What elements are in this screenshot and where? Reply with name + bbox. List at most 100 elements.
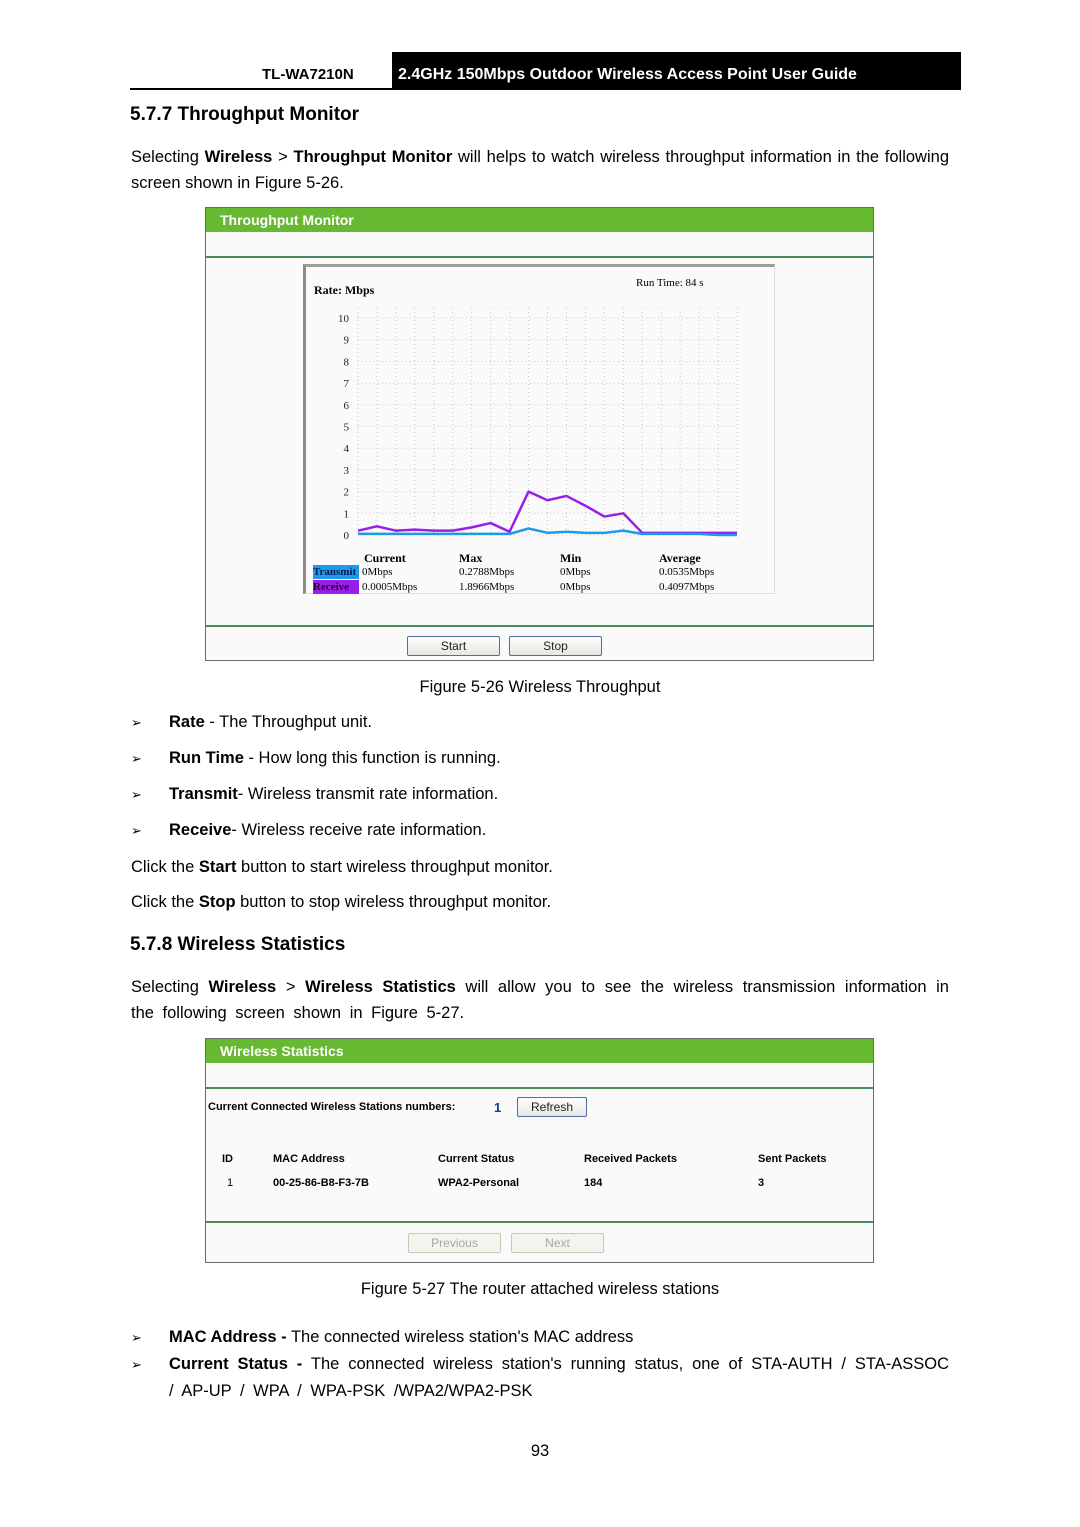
column-header-current-status: Current Status [438,1153,515,1165]
divider [206,625,873,627]
menu-wireless: Wireless [204,148,273,166]
transmit-min: 0Mbps [560,566,591,578]
column-header-received-packets: Received Packets [584,1153,677,1165]
note-text: Click the [131,858,199,876]
y-tick-label: 2 [344,487,350,499]
note-term: Start [198,858,237,876]
arrow-bullet-icon: ➢ [131,1330,142,1345]
stop-note: Click the Stop button to stop wireless t… [131,893,551,912]
divider [206,256,873,258]
bullet-term: Transmit [169,785,238,803]
cell-sent-packets: 3 [758,1177,765,1189]
menu-wireless-statistics: Wireless Statistics [305,978,456,996]
receive-max: 1.8966Mbps [459,581,515,593]
bullet-term: Current Status - [169,1355,303,1373]
refresh-button[interactable]: Refresh [517,1097,587,1117]
stats-header-max: Max [459,551,483,565]
column-header-id: ID [222,1153,233,1165]
product-model: TL-WA7210N [262,66,354,83]
start-note: Click the Start button to start wireless… [131,858,553,877]
guide-title-banner: 2.4GHz 150Mbps Outdoor Wireless Access P… [392,52,961,90]
note-text: Click the [131,893,199,911]
note-text: button to stop wireless throughput monit… [235,893,552,911]
bullet-transmit: ➢ Transmit- Wireless transmit rate inform… [131,785,498,804]
bullet-term: Rate [169,713,205,731]
y-tick-label: 7 [344,378,350,390]
y-tick-label: 8 [344,356,350,368]
intro-text: Selecting [131,978,209,996]
arrow-bullet-icon: ➢ [131,823,142,838]
bullet-run-time: ➢ Run Time - How long this function is ru… [131,749,501,768]
page-number: 93 [530,1442,550,1460]
header-rule [130,88,961,90]
previous-button[interactable]: Previous [408,1233,501,1253]
note-text: button to start wireless throughput moni… [236,858,553,876]
bullet-current-status: ➢ Current Status - The connected wireless… [131,1351,949,1404]
bullet-desc: - Wireless transmit rate information. [237,785,499,803]
divider [206,1221,873,1223]
legend-receive: Receive [313,580,359,594]
transmit-current: 0Mbps [362,566,393,578]
bullet-term: Run Time [169,749,244,767]
panel-title: Wireless Statistics [206,1039,873,1063]
y-tick-label: 9 [344,335,350,347]
y-tick-label: 6 [344,400,350,412]
column-header-sent-packets: Sent Packets [758,1153,827,1165]
arrow-bullet-icon: ➢ [131,787,142,802]
y-tick-label: 4 [344,443,350,455]
y-tick-label: 10 [338,313,350,325]
arrow-bullet-icon: ➢ [131,751,142,766]
menu-throughput-monitor: Throughput Monitor [293,148,453,166]
bullet-desc: - The Throughput unit. [204,713,373,731]
transmit-max: 0.2788Mbps [459,566,515,578]
panel-title: Throughput Monitor [206,208,873,232]
stats-header-current: Current [364,551,406,565]
y-tick-label: 1 [344,508,350,520]
stats-header-min: Min [560,551,582,565]
next-button[interactable]: Next [511,1233,604,1253]
bullet-receive: ➢ Receive- Wireless receive rate informat… [131,821,486,840]
arrow-bullet-icon: ➢ [131,715,142,730]
y-tick-label: 0 [344,530,350,542]
intro-separator: > [276,978,306,996]
figure-caption-5-27: Figure 5-27 The router attached wireless… [360,1280,720,1298]
transmit-average: 0.0535Mbps [659,566,715,578]
y-tick-label: 5 [344,422,350,434]
statistics-intro-paragraph: Selecting Wireless > Wireless Statistics… [131,974,949,1026]
section-heading-throughput-monitor: 5.7.7 Throughput Monitor [130,104,360,125]
stations-count-label: Current Connected Wireless Stations numb… [208,1101,456,1113]
note-term: Stop [198,893,236,911]
start-button[interactable]: Start [407,636,500,656]
receive-current: 0.0005Mbps [362,581,418,593]
throughput-monitor-panel: Throughput Monitor Rate: Mbps Run Time: … [205,207,874,661]
legend-transmit: Transmit [313,565,359,579]
cell-mac-address: 00-25-86-B8-F3-7B [273,1177,369,1189]
bullet-mac-address: ➢ MAC Address - The connected wireless st… [131,1328,633,1347]
intro-separator: > [272,148,294,166]
bullet-term: MAC Address - [169,1328,287,1346]
wireless-statistics-panel: Wireless Statistics Current Connected Wi… [205,1038,874,1263]
menu-wireless: Wireless [208,978,277,996]
bullet-desc: - How long this function is running. [243,749,501,767]
intro-text: Selecting [131,148,205,166]
column-header-mac-address: MAC Address [273,1153,345,1165]
bullet-desc: The connected wireless station's MAC add… [286,1328,634,1346]
throughput-intro-paragraph: Selecting Wireless > Throughput Monitor … [131,144,949,196]
cell-id: 1 [227,1177,234,1189]
throughput-chart: Rate: Mbps Run Time: 84 s 0 1 2 3 4 5 6 7 8 9 10 C… [303,264,775,594]
receive-min: 0Mbps [560,581,591,593]
stats-header-average: Average [659,551,701,565]
receive-average: 0.4097Mbps [659,581,715,593]
cell-current-status: WPA2-Personal [438,1177,520,1189]
stop-button[interactable]: Stop [509,636,602,656]
arrow-bullet-icon: ➢ [131,1357,142,1372]
bullet-term: Receive [169,821,232,839]
stations-count-value: 1 [494,1100,502,1115]
chart-plot: 0 1 2 3 4 5 6 7 8 9 10 [338,308,738,542]
figure-caption-5-26: Figure 5-26 Wireless Throughput [419,678,661,696]
bullet-desc: - Wireless receive rate information. [231,821,487,839]
y-tick-label: 3 [344,465,350,477]
divider [206,1087,873,1089]
cell-received-packets: 184 [584,1177,603,1189]
section-heading-wireless-statistics: 5.7.8 Wireless Statistics [130,934,346,955]
